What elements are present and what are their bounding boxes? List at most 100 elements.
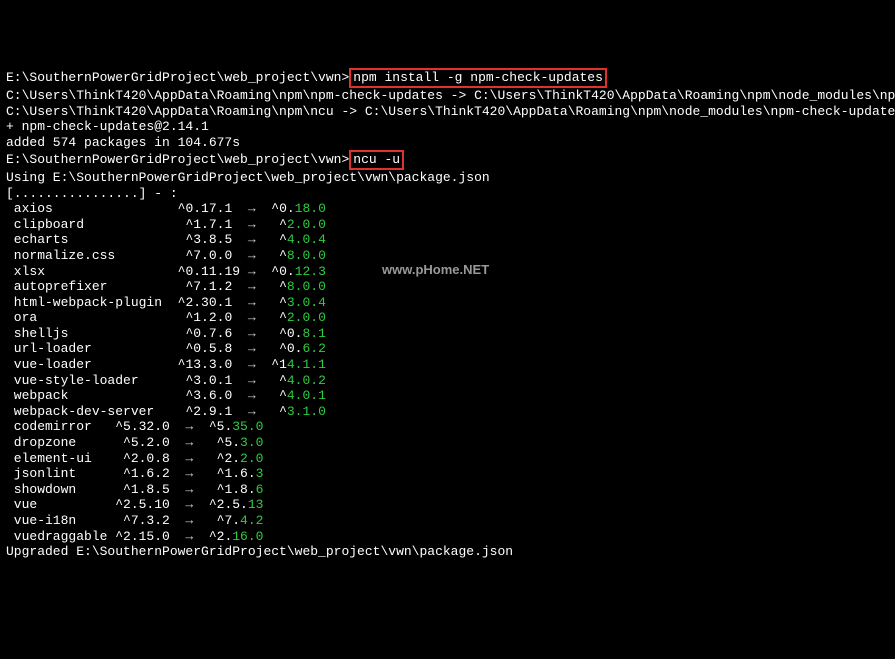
arrow-icon: → xyxy=(232,357,271,372)
package-name: vuedraggable xyxy=(6,529,115,545)
arrow-icon: → xyxy=(232,232,279,247)
package-name: webpack xyxy=(6,388,178,404)
arrow-icon: → xyxy=(170,466,217,481)
package-name: vue xyxy=(6,497,115,513)
arrow-icon: → xyxy=(170,529,209,544)
arrow-icon: → xyxy=(170,419,209,434)
from-version: ^2.0.8 xyxy=(115,451,170,466)
from-version: ^0.17.1 xyxy=(178,201,233,216)
to-version-updated: 4.2 xyxy=(240,513,263,528)
package-name: ora xyxy=(6,310,178,326)
to-version-updated: 6.2 xyxy=(302,341,325,356)
to-version-updated: 6 xyxy=(256,482,264,497)
package-name: element-ui xyxy=(6,451,115,467)
to-version-prefix: ^ xyxy=(279,388,287,403)
from-version: ^7.0.0 xyxy=(178,248,233,263)
package-name: showdown xyxy=(6,482,115,498)
to-version-updated: 3.0.4 xyxy=(287,295,326,310)
package-name: codemirror xyxy=(6,419,115,435)
to-version-prefix: ^ xyxy=(279,373,287,388)
arrow-icon: → xyxy=(240,264,271,279)
package-name: normalize.css xyxy=(6,248,178,264)
to-version-updated: 4.1.1 xyxy=(287,357,326,372)
package-name: vue-i18n xyxy=(6,513,115,529)
to-version-prefix: ^ xyxy=(279,404,287,419)
from-version: ^3.8.5 xyxy=(178,232,233,247)
arrow-icon: → xyxy=(232,248,279,263)
to-version-prefix: ^5. xyxy=(217,435,240,450)
arrow-icon: → xyxy=(170,451,217,466)
command-1-highlight: npm install -g npm-check-updates xyxy=(349,68,607,88)
to-version-prefix: ^2. xyxy=(217,451,240,466)
from-version: ^1.7.1 xyxy=(178,217,233,232)
from-version: ^0.11.19 xyxy=(178,264,240,279)
from-version: ^2.9.1 xyxy=(178,404,233,419)
package-name: axios xyxy=(6,201,178,217)
to-version-updated: 3 xyxy=(256,466,264,481)
to-version-updated: 2.0.0 xyxy=(287,217,326,232)
arrow-icon: → xyxy=(170,435,217,450)
arrow-icon: → xyxy=(170,482,217,497)
from-version: ^1.2.0 xyxy=(178,310,233,325)
to-version-updated: 3.0 xyxy=(240,435,263,450)
to-version-updated: 35.0 xyxy=(232,419,263,434)
to-version-updated: 2.0 xyxy=(240,451,263,466)
to-version-prefix: ^ xyxy=(279,217,287,232)
package-name: shelljs xyxy=(6,326,178,342)
terminal-output: E:\SouthernPowerGridProject\web_project\… xyxy=(6,68,889,559)
to-version-updated: 13 xyxy=(248,497,264,512)
arrow-icon: → xyxy=(232,295,279,310)
to-version-prefix: ^0. xyxy=(279,326,302,341)
from-version: ^1.8.5 xyxy=(115,482,170,497)
from-version: ^3.0.1 xyxy=(178,373,233,388)
package-name: vue-style-loader xyxy=(6,373,178,389)
package-name: vue-loader xyxy=(6,357,178,373)
to-version-prefix: ^5. xyxy=(209,419,232,434)
to-version-prefix: ^ xyxy=(279,279,287,294)
from-version: ^13.3.0 xyxy=(178,357,233,372)
from-version: ^7.3.2 xyxy=(115,513,170,528)
to-version-updated: 3.1.0 xyxy=(287,404,326,419)
to-version-updated: 16.0 xyxy=(232,529,263,544)
to-version-prefix: ^1 xyxy=(271,357,287,372)
arrow-icon: → xyxy=(232,279,279,294)
to-version-prefix: ^ xyxy=(279,248,287,263)
package-name: autoprefixer xyxy=(6,279,178,295)
arrow-icon: → xyxy=(232,201,271,216)
arrow-icon: → xyxy=(232,341,279,356)
from-version: ^5.2.0 xyxy=(115,435,170,450)
to-version-updated: 18.0 xyxy=(295,201,326,216)
to-version-updated: 4.0.2 xyxy=(287,373,326,388)
package-name: webpack-dev-server xyxy=(6,404,178,420)
to-version-prefix: ^1.8. xyxy=(217,482,256,497)
to-version-prefix: ^0. xyxy=(271,201,294,216)
package-name: xlsx xyxy=(6,264,178,280)
from-version: ^2.30.1 xyxy=(178,295,233,310)
arrow-icon: → xyxy=(170,513,217,528)
to-version-prefix: ^0. xyxy=(271,264,294,279)
to-version-updated: 12.3 xyxy=(295,264,326,279)
from-version: ^0.7.6 xyxy=(178,326,233,341)
to-version-prefix: ^1.6. xyxy=(217,466,256,481)
package-name: url-loader xyxy=(6,341,178,357)
arrow-icon: → xyxy=(232,326,279,341)
arrow-icon: → xyxy=(232,310,279,325)
package-name: echarts xyxy=(6,232,178,248)
to-version-prefix: ^ xyxy=(279,310,287,325)
to-version-updated: 4.0.4 xyxy=(287,232,326,247)
command-2-highlight: ncu -u xyxy=(349,150,404,170)
from-version: ^7.1.2 xyxy=(178,279,233,294)
to-version-prefix: ^ xyxy=(279,295,287,310)
to-version-prefix: ^0. xyxy=(279,341,302,356)
from-version: ^2.5.10 xyxy=(115,497,170,512)
to-version-prefix: ^ xyxy=(279,232,287,247)
from-version: ^5.32.0 xyxy=(115,419,170,434)
to-version-prefix: ^2.5. xyxy=(209,497,248,512)
watermark-text: www.pHome.NET xyxy=(382,262,489,278)
to-version-updated: 2.0.0 xyxy=(287,310,326,325)
to-version-prefix: ^7. xyxy=(217,513,240,528)
to-version-updated: 4.0.1 xyxy=(287,388,326,403)
from-version: ^1.6.2 xyxy=(115,466,170,481)
from-version: ^0.5.8 xyxy=(178,341,233,356)
arrow-icon: → xyxy=(232,373,279,388)
